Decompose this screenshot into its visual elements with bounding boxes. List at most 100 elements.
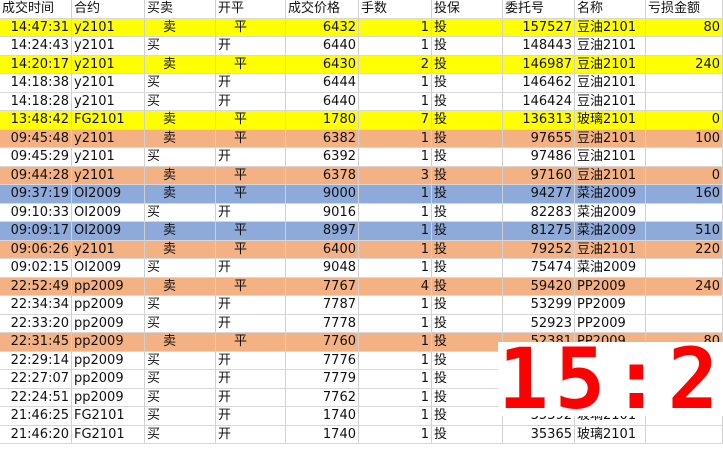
table-row[interactable]: 09:45:48 y2101 卖平 6382 1 投 97655 豆油2101 100 bbox=[0, 129, 723, 148]
cell-name[interactable]: 菜油2009 bbox=[575, 185, 646, 203]
cell-direction[interactable]: 买 bbox=[145, 407, 216, 425]
cell-lots[interactable]: 1 bbox=[359, 296, 432, 314]
cell-open-close[interactable]: 开 bbox=[216, 351, 286, 369]
cell-price[interactable]: 1740 bbox=[286, 425, 359, 443]
cell-direction[interactable]: 卖 bbox=[145, 222, 216, 240]
cell-contract[interactable]: pp2009 bbox=[72, 370, 145, 388]
cell-loss[interactable]: 160 bbox=[646, 185, 723, 203]
cell-time[interactable]: 22:31:45 bbox=[0, 333, 72, 351]
cell-hedge[interactable]: 投 bbox=[432, 148, 503, 166]
cell-contract[interactable]: y2101 bbox=[72, 240, 145, 258]
cell-lots[interactable]: 1 bbox=[359, 388, 432, 406]
cell-price[interactable]: 9016 bbox=[286, 203, 359, 221]
cell-open-close[interactable]: 开 bbox=[216, 370, 286, 388]
cell-hedge[interactable]: 投 bbox=[432, 388, 503, 406]
cell-price[interactable]: 6430 bbox=[286, 55, 359, 73]
cell-price[interactable]: 7787 bbox=[286, 296, 359, 314]
cell-loss[interactable]: 240 bbox=[646, 277, 723, 295]
cell-contract[interactable]: pp2009 bbox=[72, 314, 145, 332]
cell-open-close[interactable]: 平 bbox=[216, 166, 286, 184]
cell-lots[interactable]: 1 bbox=[359, 351, 432, 369]
cell-open-close[interactable]: 开 bbox=[216, 74, 286, 92]
table-row[interactable]: 21:46:20 FG2101 买开 1740 1 投 35365 玻璃2101 bbox=[0, 425, 723, 444]
cell-order-id[interactable]: 79252 bbox=[503, 240, 575, 258]
cell-price[interactable]: 7778 bbox=[286, 314, 359, 332]
table-row[interactable]: 09:45:29 y2101 买开 6392 1 投 97486 豆油2101 bbox=[0, 148, 723, 167]
cell-open-close[interactable]: 开 bbox=[216, 407, 286, 425]
cell-direction[interactable]: 卖 bbox=[145, 333, 216, 351]
cell-name[interactable]: 豆油2101 bbox=[575, 18, 646, 36]
cell-order-id[interactable]: 148443 bbox=[503, 37, 575, 55]
cell-hedge[interactable]: 投 bbox=[432, 166, 503, 184]
cell-time[interactable]: 09:44:28 bbox=[0, 166, 72, 184]
cell-time[interactable]: 14:47:31 bbox=[0, 18, 72, 36]
cell-order-id[interactable]: 146462 bbox=[503, 74, 575, 92]
cell-lots[interactable]: 1 bbox=[359, 18, 432, 36]
cell-contract[interactable]: pp2009 bbox=[72, 277, 145, 295]
table-row[interactable]: 22:34:34 pp2009 买开 7787 1 投 53299 PP2009 bbox=[0, 296, 723, 315]
cell-contract[interactable]: y2101 bbox=[72, 129, 145, 147]
table-row[interactable]: 09:37:19 OI2009 卖平 9000 1 投 94277 菜油2009 160 bbox=[0, 185, 723, 204]
cell-direction[interactable]: 买 bbox=[145, 74, 216, 92]
column-header[interactable]: 成交价格 bbox=[286, 0, 359, 18]
cell-contract[interactable]: y2101 bbox=[72, 92, 145, 110]
cell-time[interactable]: 21:46:25 bbox=[0, 407, 72, 425]
cell-direction[interactable]: 卖 bbox=[145, 240, 216, 258]
cell-open-close[interactable]: 平 bbox=[216, 185, 286, 203]
cell-lots[interactable]: 1 bbox=[359, 129, 432, 147]
cell-name[interactable]: 豆油2101 bbox=[575, 166, 646, 184]
cell-open-close[interactable]: 开 bbox=[216, 259, 286, 277]
cell-time[interactable]: 22:27:07 bbox=[0, 370, 72, 388]
cell-time[interactable]: 09:45:29 bbox=[0, 148, 72, 166]
column-header[interactable]: 手数 bbox=[359, 0, 432, 18]
cell-order-id[interactable]: 97160 bbox=[503, 166, 575, 184]
cell-price[interactable]: 6382 bbox=[286, 129, 359, 147]
table-row[interactable]: 14:18:28 y2101 买开 6440 1 投 146424 豆油2101 bbox=[0, 92, 723, 111]
cell-direction[interactable]: 卖 bbox=[145, 185, 216, 203]
column-header[interactable]: 成交时间 bbox=[0, 0, 72, 18]
cell-time[interactable]: 09:02:15 bbox=[0, 259, 72, 277]
cell-time[interactable]: 09:37:19 bbox=[0, 185, 72, 203]
cell-price[interactable]: 7767 bbox=[286, 277, 359, 295]
cell-price[interactable]: 1780 bbox=[286, 111, 359, 129]
cell-time[interactable]: 14:24:43 bbox=[0, 37, 72, 55]
cell-price[interactable]: 6400 bbox=[286, 240, 359, 258]
cell-order-id[interactable]: 136313 bbox=[503, 111, 575, 129]
cell-loss[interactable] bbox=[646, 314, 723, 332]
cell-lots[interactable]: 1 bbox=[359, 92, 432, 110]
cell-open-close[interactable]: 开 bbox=[216, 92, 286, 110]
cell-price[interactable]: 7776 bbox=[286, 351, 359, 369]
cell-price[interactable]: 6440 bbox=[286, 92, 359, 110]
cell-loss[interactable]: 100 bbox=[646, 129, 723, 147]
cell-lots[interactable]: 1 bbox=[359, 407, 432, 425]
cell-hedge[interactable]: 投 bbox=[432, 351, 503, 369]
cell-lots[interactable]: 1 bbox=[359, 240, 432, 258]
cell-hedge[interactable]: 投 bbox=[432, 222, 503, 240]
cell-lots[interactable]: 1 bbox=[359, 222, 432, 240]
cell-name[interactable]: 豆油2101 bbox=[575, 129, 646, 147]
cell-contract[interactable]: y2101 bbox=[72, 148, 145, 166]
table-row[interactable]: 14:18:38 y2101 买开 6444 1 投 146462 豆油2101 bbox=[0, 74, 723, 93]
cell-lots[interactable]: 1 bbox=[359, 185, 432, 203]
cell-lots[interactable]: 1 bbox=[359, 370, 432, 388]
cell-time[interactable]: 21:46:20 bbox=[0, 425, 72, 443]
cell-hedge[interactable]: 投 bbox=[432, 92, 503, 110]
cell-name[interactable]: PP2009 bbox=[575, 314, 646, 332]
cell-time[interactable]: 22:24:51 bbox=[0, 388, 72, 406]
column-header[interactable]: 名称 bbox=[575, 0, 646, 18]
cell-hedge[interactable]: 投 bbox=[432, 185, 503, 203]
cell-hedge[interactable]: 投 bbox=[432, 55, 503, 73]
cell-contract[interactable]: pp2009 bbox=[72, 296, 145, 314]
cell-open-close[interactable]: 开 bbox=[216, 148, 286, 166]
cell-loss[interactable]: 510 bbox=[646, 222, 723, 240]
cell-contract[interactable]: OI2009 bbox=[72, 259, 145, 277]
cell-order-id[interactable]: 81275 bbox=[503, 222, 575, 240]
cell-name[interactable]: PP2009 bbox=[575, 296, 646, 314]
table-row[interactable]: 22:33:20 pp2009 买开 7778 1 投 52923 PP2009 bbox=[0, 314, 723, 333]
cell-contract[interactable]: FG2101 bbox=[72, 407, 145, 425]
cell-contract[interactable]: y2101 bbox=[72, 18, 145, 36]
cell-direction[interactable]: 买 bbox=[145, 370, 216, 388]
cell-open-close[interactable]: 开 bbox=[216, 203, 286, 221]
cell-time[interactable]: 14:20:17 bbox=[0, 55, 72, 73]
cell-lots[interactable]: 2 bbox=[359, 55, 432, 73]
